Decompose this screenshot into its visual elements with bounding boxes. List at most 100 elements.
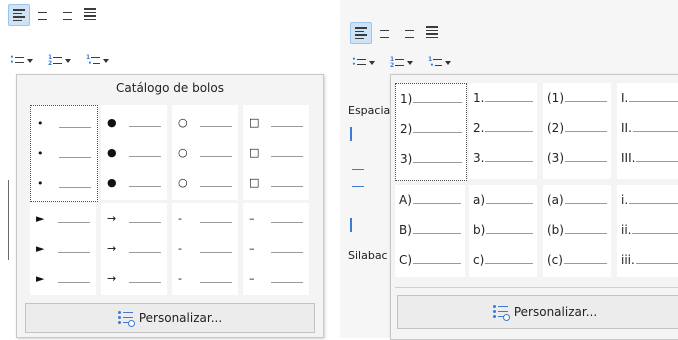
- bullet-symbol: -: [178, 211, 182, 225]
- align-left-icon: [13, 9, 25, 21]
- numbering-style-cell[interactable]: I. II. III.: [617, 83, 678, 179]
- bullet-style-cell[interactable]: □ □ □: [243, 105, 309, 200]
- justify-button[interactable]: [80, 4, 100, 24]
- bullet-symbol: ►: [36, 241, 45, 255]
- numbering-style-cell[interactable]: a) b) c): [469, 185, 537, 277]
- justify-button[interactable]: [422, 22, 442, 42]
- number-label: III.: [621, 151, 636, 165]
- number-label: a): [473, 193, 486, 207]
- left-align-toolbar: [8, 4, 128, 26]
- bullet-symbol: □: [249, 145, 260, 159]
- right-align-toolbar: [350, 22, 470, 44]
- align-center-icon: [36, 8, 48, 20]
- outline-list-dropdown[interactable]: 1 •: [428, 54, 451, 72]
- number-label: B): [399, 223, 412, 237]
- bullet-symbol: ○: [178, 145, 188, 159]
- ordered-list-dropdown[interactable]: 1 2: [48, 52, 71, 70]
- bullet-symbol: □: [249, 115, 260, 129]
- bullet-symbol: –: [249, 271, 255, 285]
- numbering-style-cell[interactable]: i. ii. iii.: [617, 185, 678, 277]
- align-right-button[interactable]: [398, 22, 418, 42]
- align-center-icon: [378, 26, 390, 38]
- bullet-symbol: •: [37, 176, 44, 190]
- bullet-symbol: -: [178, 271, 182, 285]
- right-list-toolbar: • • 1 2 1 •: [352, 54, 482, 72]
- bullet-style-cell[interactable]: ● ● ●: [101, 105, 167, 200]
- line-spacing-icon[interactable]: [350, 127, 364, 141]
- bullet-symbol: –: [249, 241, 255, 255]
- bullet-style-cell[interactable]: ○ ○ ○: [172, 105, 238, 200]
- chevron-down-icon: [369, 61, 375, 65]
- ordered-list-icon: 1 2: [390, 57, 404, 69]
- number-label: (3): [547, 151, 564, 165]
- number-label: 1.: [473, 91, 485, 105]
- align-right-icon: [60, 8, 72, 20]
- number-label: II.: [621, 121, 632, 135]
- number-label: A): [399, 193, 412, 207]
- justify-icon: [84, 8, 96, 20]
- left-list-toolbar: • • 1 2 1 •: [10, 52, 140, 70]
- chevron-down-icon: [27, 59, 33, 63]
- number-label: 2.: [473, 121, 485, 135]
- ordered-list-icon: 1 2: [48, 55, 62, 67]
- bullet-symbol: →: [107, 241, 117, 255]
- bullet-style-cell[interactable]: - - -: [172, 203, 238, 295]
- number-label: (c): [547, 253, 563, 267]
- numbering-style-cell[interactable]: 1) 2) 3): [395, 83, 467, 181]
- numbering-style-cell[interactable]: (a) (b) (c): [543, 185, 611, 277]
- numbering-style-cell[interactable]: 1. 2. 3.: [469, 83, 537, 179]
- bullet-symbol: •: [37, 146, 44, 160]
- outline-list-dropdown[interactable]: 1 •: [86, 52, 109, 70]
- numbering-popup: 1) 2) 3) 1. 2. 3. (1) (2) (3) I. II. III…: [390, 74, 678, 340]
- paragraph-spacing-icon[interactable]: [350, 218, 364, 232]
- customize-button[interactable]: Personalizar...: [397, 295, 678, 329]
- number-label: i.: [621, 193, 629, 207]
- align-center-button[interactable]: [32, 4, 52, 24]
- align-left-button[interactable]: [350, 22, 372, 44]
- unordered-list-icon: • •: [10, 55, 24, 67]
- bullet-symbol: -: [178, 241, 182, 255]
- align-right-button[interactable]: [56, 4, 76, 24]
- bullet-symbol: ○: [178, 115, 188, 129]
- bullet-symbol: →: [107, 211, 117, 225]
- bullet-symbol: ●: [107, 115, 117, 129]
- align-right-icon: [402, 26, 414, 38]
- bullet-symbol: ►: [36, 211, 45, 225]
- bullet-symbol: →: [107, 271, 117, 285]
- numbering-style-cell[interactable]: A) B) C): [395, 185, 465, 277]
- align-left-button[interactable]: [8, 4, 30, 26]
- bullets-popup: Catálogo de bolos • • • ● ● ● ○ ○ ○ □ □ …: [16, 74, 324, 338]
- bullet-symbol: ►: [36, 271, 45, 285]
- indent-after-icon[interactable]: [352, 186, 364, 198]
- customize-button[interactable]: Personalizar...: [25, 303, 315, 333]
- unordered-list-dropdown[interactable]: • •: [10, 52, 33, 70]
- number-label: ii.: [621, 223, 632, 237]
- gear-icon: [492, 305, 510, 321]
- bullet-style-cell[interactable]: ► ► ►: [30, 203, 96, 295]
- number-label: b): [473, 223, 486, 237]
- bullet-symbol: ○: [178, 175, 188, 189]
- number-label: I.: [621, 91, 629, 105]
- right-pane: • • 1 2 1 • Espacia Silabac 1) 2) 3) 1. …: [340, 0, 678, 340]
- bullet-symbol: ●: [107, 175, 117, 189]
- outline-list-icon: 1 •: [428, 57, 442, 69]
- align-left-icon: [355, 27, 367, 39]
- bullet-symbol: •: [37, 116, 44, 130]
- number-label: 1): [400, 92, 413, 106]
- chevron-down-icon: [407, 61, 413, 65]
- ordered-list-dropdown[interactable]: 1 2: [390, 54, 413, 72]
- hyphenation-label: Silabac: [348, 249, 388, 262]
- divider: [395, 287, 678, 288]
- spacing-label: Espacia: [348, 104, 391, 117]
- chevron-down-icon: [445, 61, 451, 65]
- gallery-title: Catálogo de bolos: [116, 81, 224, 95]
- number-label: iii.: [621, 253, 635, 267]
- numbering-style-cell[interactable]: (1) (2) (3): [543, 83, 611, 179]
- bullet-style-cell[interactable]: • • •: [30, 105, 98, 202]
- unordered-list-dropdown[interactable]: • •: [352, 54, 375, 72]
- bullet-style-cell[interactable]: → → →: [101, 203, 167, 295]
- indent-before-icon[interactable]: [352, 158, 364, 170]
- bullet-style-cell[interactable]: – – –: [243, 203, 309, 295]
- align-center-button[interactable]: [374, 22, 394, 42]
- number-label: (b): [547, 223, 564, 237]
